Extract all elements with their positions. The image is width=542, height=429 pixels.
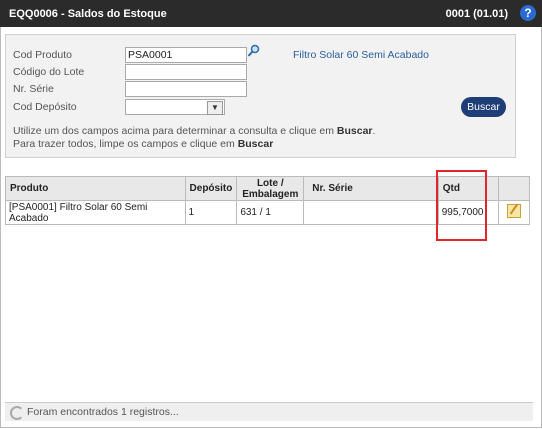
product-name: Filtro Solar 60 Semi Acabado bbox=[293, 49, 429, 61]
lote-label: Código do Lote bbox=[13, 66, 85, 78]
cell-actions bbox=[498, 200, 530, 225]
help-text: Utilize um dos campos acima para determi… bbox=[13, 125, 376, 150]
help-icon[interactable]: ? bbox=[520, 5, 536, 21]
highlight-box bbox=[436, 170, 487, 241]
search-panel: Cod Produto PSA0001 Filtro Solar 60 Semi… bbox=[5, 34, 516, 158]
chevron-down-icon[interactable]: ▼ bbox=[207, 101, 223, 115]
deposito-select[interactable]: ▼ bbox=[125, 99, 225, 115]
cod-produto-label: Cod Produto bbox=[13, 49, 72, 61]
company-code: 0001 (01.01) bbox=[445, 8, 508, 20]
cell-produto: [PSA0001] Filtro Solar 60 Semi Acabado bbox=[5, 200, 186, 225]
lote-input[interactable] bbox=[125, 64, 247, 80]
col-produto[interactable]: Produto bbox=[5, 176, 186, 201]
col-actions bbox=[498, 176, 530, 201]
cod-produto-input[interactable]: PSA0001 bbox=[125, 47, 247, 63]
cell-deposito: 1 bbox=[184, 200, 238, 225]
buscar-button[interactable]: Buscar bbox=[461, 97, 506, 117]
deposito-label: Cod Depósito bbox=[13, 101, 77, 113]
page-title: EQQ0006 - Saldos do Estoque bbox=[9, 8, 167, 20]
col-deposito[interactable]: Depósito bbox=[184, 176, 238, 201]
serie-label: Nr. Série bbox=[13, 83, 54, 95]
search-icon[interactable] bbox=[247, 44, 261, 58]
status-bar: Foram encontrados 1 registros... bbox=[5, 402, 533, 421]
status-text: Foram encontrados 1 registros... bbox=[27, 406, 179, 418]
loading-icon bbox=[10, 406, 24, 420]
edit-icon[interactable] bbox=[507, 204, 522, 218]
cell-serie bbox=[303, 200, 439, 225]
title-bar: EQQ0006 - Saldos do Estoque 0001 (01.01)… bbox=[0, 0, 542, 27]
cell-lote: 631 / 1 bbox=[236, 200, 305, 225]
col-lote[interactable]: Lote / Embalagem bbox=[236, 176, 305, 201]
serie-input[interactable] bbox=[125, 81, 247, 97]
col-serie[interactable]: Nr. Série bbox=[303, 176, 439, 201]
